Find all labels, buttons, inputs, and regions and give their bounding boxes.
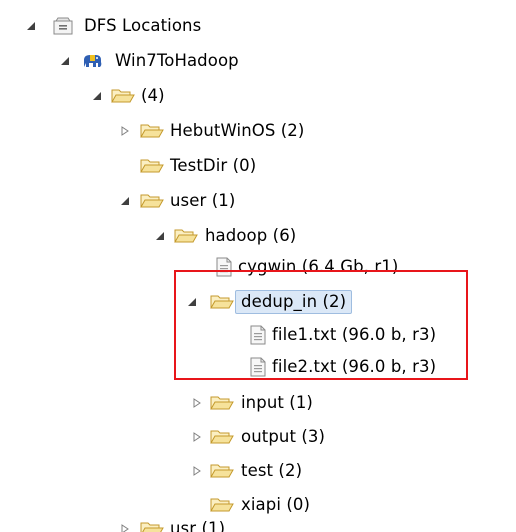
folder-icon <box>210 392 234 414</box>
expanded-arrow-icon[interactable] <box>90 89 104 103</box>
dfs-locations-icon <box>51 15 75 37</box>
folder-icon <box>140 190 164 212</box>
folder-icon <box>140 155 164 177</box>
tree-node-label: TestDir (0) <box>170 156 257 175</box>
tree-node-label: file2.txt (96.0 b, r3) <box>272 357 437 376</box>
file-icon <box>246 356 270 378</box>
tree-node-label: usr (1) <box>170 519 226 532</box>
tree-node-label: (4) <box>141 86 165 105</box>
folder-icon <box>210 426 234 448</box>
expanded-arrow-icon[interactable] <box>153 229 167 243</box>
folder-icon <box>140 518 164 532</box>
tree-node-label: test (2) <box>241 461 303 480</box>
folder-icon <box>140 120 164 142</box>
collapsed-arrow-icon[interactable] <box>190 430 204 444</box>
folder-icon <box>111 85 135 107</box>
file-icon <box>212 256 236 278</box>
expanded-arrow-icon[interactable] <box>118 194 132 208</box>
folder-icon <box>210 460 234 482</box>
tree-node-label: cygwin (6.4 Gb, r1) <box>238 257 399 276</box>
dfs-tree-view: DFS Locations Win7ToHadoop (4) HebutWinO… <box>0 0 516 532</box>
collapsed-arrow-icon[interactable] <box>118 522 132 532</box>
collapsed-arrow-icon[interactable] <box>190 396 204 410</box>
collapsed-arrow-icon[interactable] <box>118 124 132 138</box>
tree-node-label: DFS Locations <box>84 16 202 35</box>
folder-icon <box>210 291 234 313</box>
tree-node-label: file1.txt (96.0 b, r3) <box>272 325 437 344</box>
expanded-arrow-icon[interactable] <box>185 295 199 309</box>
tree-node-label: xiapi (0) <box>241 495 311 514</box>
tree-node-label: output (3) <box>241 427 326 446</box>
tree-node-label: Win7ToHadoop <box>115 51 239 70</box>
tree-node-label: hadoop (6) <box>205 226 297 245</box>
file-icon <box>246 324 270 346</box>
collapsed-arrow-icon[interactable] <box>190 464 204 478</box>
hadoop-elephant-icon <box>80 50 104 72</box>
expanded-arrow-icon[interactable] <box>24 19 38 33</box>
folder-icon <box>174 225 198 247</box>
tree-node-label: user (1) <box>170 191 236 210</box>
tree-node-label: input (1) <box>241 393 313 412</box>
tree-node-label: HebutWinOS (2) <box>170 121 305 140</box>
expanded-arrow-icon[interactable] <box>58 54 72 68</box>
folder-icon <box>210 494 234 516</box>
tree-node-label: dedup_in (2) <box>235 290 353 314</box>
